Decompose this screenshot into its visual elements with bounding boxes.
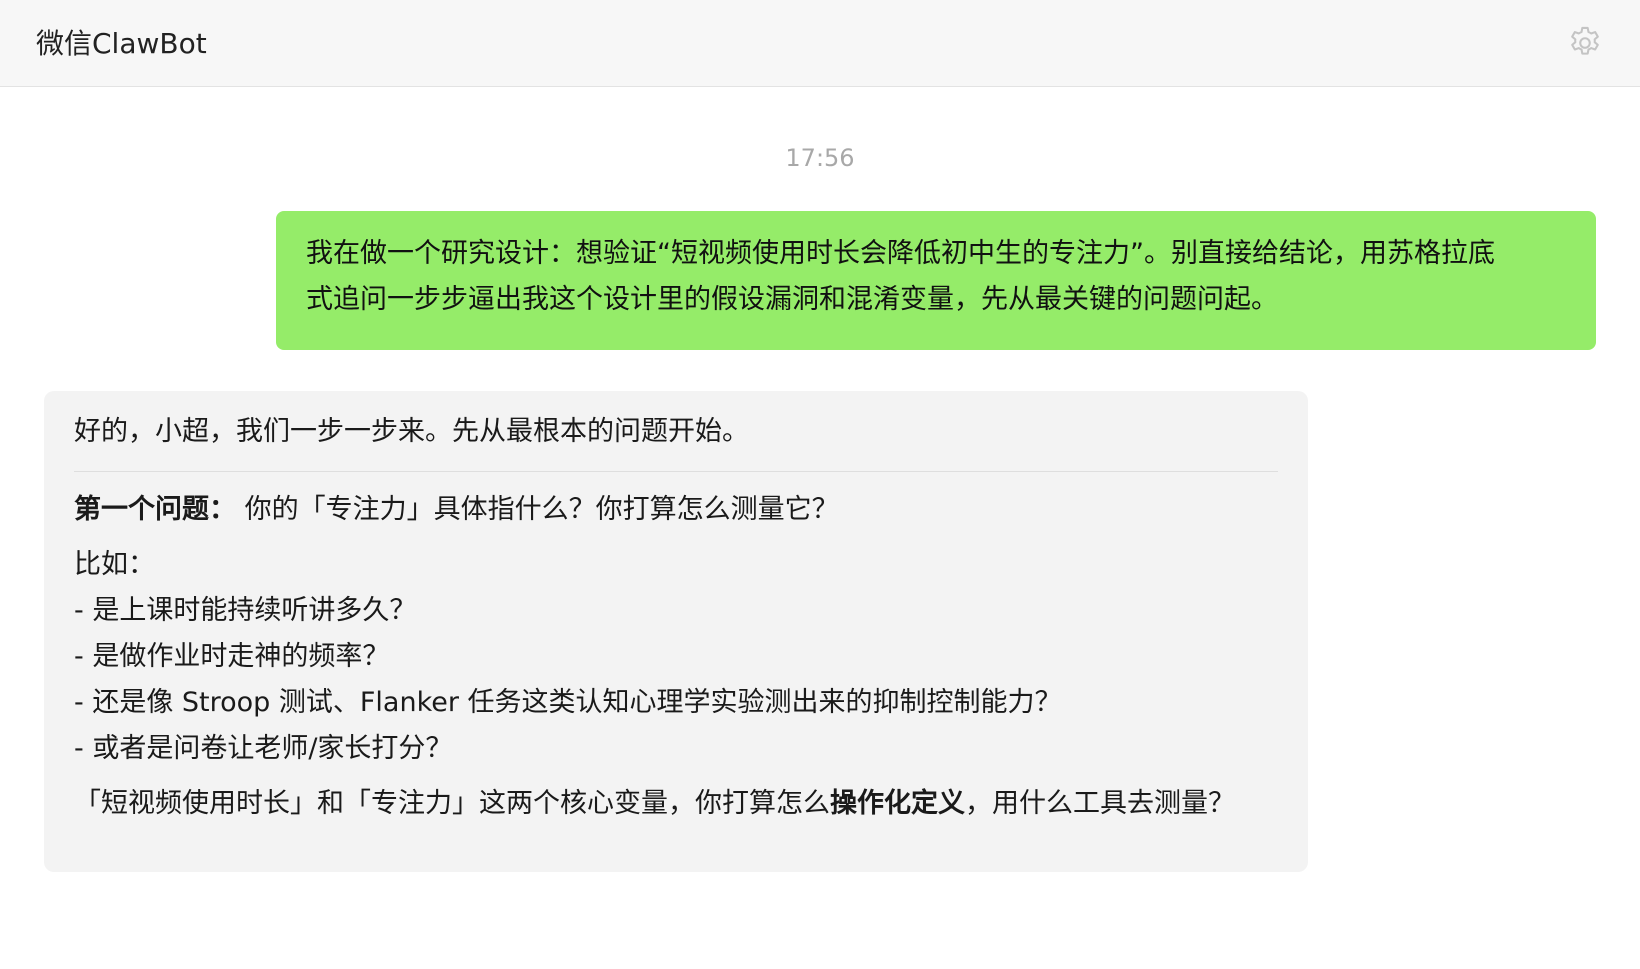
chat-title: 微信ClawBot [36,27,207,60]
settings-button[interactable] [1566,24,1604,62]
user-message-line: 我在做一个研究设计：想验证“短视频使用时长会降低初中生的专注力”。别直接给结论，… [306,238,1495,269]
user-message-bubble: 我在做一个研究设计：想验证“短视频使用时长会降低初中生的专注力”。别直接给结论，… [276,211,1596,350]
divider [74,471,1278,472]
example-item: - 或者是问卷让老师/家长打分？ [74,733,453,764]
final-bold-term: 操作化定义 [830,788,965,819]
example-intro: 比如： [74,549,155,580]
final-question: 「短视频使用时长」和「专注力」这两个核心变量，你打算怎么操作化定义，用什么工具去… [74,780,1278,828]
chat-header: 微信ClawBot [0,0,1640,87]
user-message-line: 式追问一步步逼出我这个设计里的假设漏洞和混淆变量，先从最关键的问题问起。 [306,284,1278,315]
final-suffix: ，用什么工具去测量？ [965,788,1235,819]
bot-message-bubble: 好的，小超，我们一步一步来。先从最根本的问题开始。 第一个问题： 你的「专注力」… [44,391,1308,872]
gear-icon [1571,26,1599,55]
final-prefix: 「短视频使用时长」和「专注力」这两个核心变量，你打算怎么 [74,788,830,819]
examples-list: 比如： - 是上课时能持续听讲多久？ - 是做作业时走神的频率？ - 还是像 S… [74,542,1278,772]
question-text: 你的「专注力」具体指什么？你打算怎么测量它？ [236,494,839,525]
first-question: 第一个问题： 你的「专注力」具体指什么？你打算怎么测量它？ [74,486,1278,534]
question-label: 第一个问题： [74,494,236,525]
example-item: - 是做作业时走神的频率？ [74,641,390,672]
bot-greeting: 好的，小超，我们一步一步来。先从最根本的问题开始。 [74,416,749,447]
message-timestamp: 17:56 [785,144,855,172]
example-item: - 是上课时能持续听讲多久？ [74,595,417,626]
example-item: - 还是像 Stroop 测试、Flanker 任务这类认知心理学实验测出来的抑… [74,687,1062,718]
